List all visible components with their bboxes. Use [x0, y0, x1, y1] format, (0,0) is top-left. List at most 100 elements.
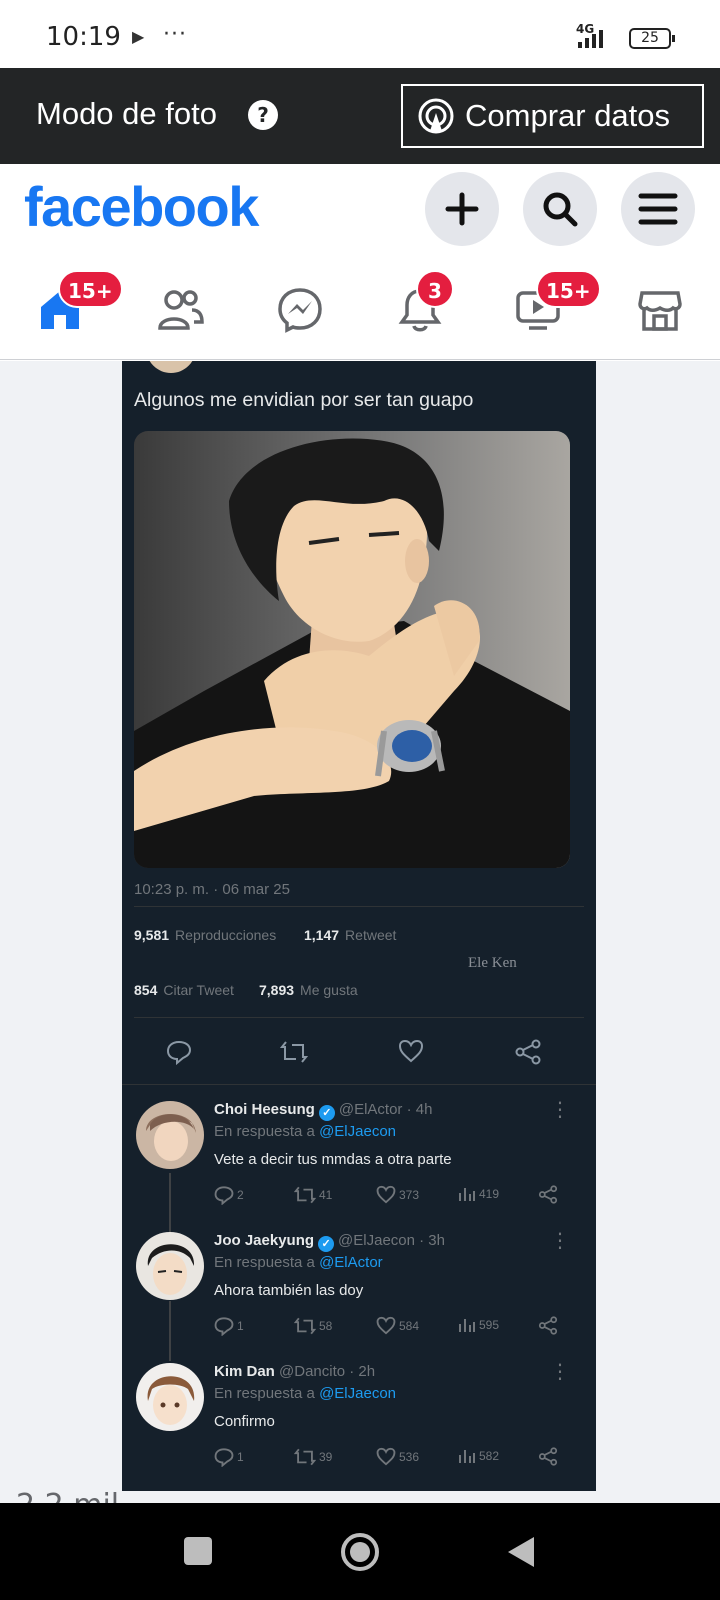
messenger-icon — [278, 288, 322, 333]
reply-icon[interactable] — [166, 1039, 192, 1069]
in-reply-to-link[interactable]: @ElJaecon — [319, 1385, 396, 1402]
retweet-count: 41 — [319, 1188, 333, 1202]
more-icon[interactable]: ⋮ — [550, 1228, 570, 1252]
more-notifications-icon: ··· — [163, 22, 187, 47]
tweet-photo[interactable] — [134, 431, 570, 868]
reply-count-button[interactable]: 1 — [214, 1316, 244, 1336]
like-icon — [376, 1447, 396, 1466]
in-reply-to: En respuesta a @ElActor — [214, 1254, 383, 1271]
back-icon[interactable] — [506, 1535, 536, 1569]
tab-messenger[interactable] — [270, 280, 330, 340]
tab-friends[interactable] — [150, 280, 210, 340]
man-portrait-illustration — [134, 431, 570, 868]
retweet-count-button[interactable]: 39 — [294, 1447, 332, 1467]
like-count-button[interactable]: 536 — [376, 1447, 419, 1466]
divider — [134, 1017, 584, 1018]
reply-icon — [214, 1448, 234, 1467]
reply-author-name: Joo Jaekyung — [214, 1232, 315, 1249]
search-button[interactable] — [523, 172, 597, 246]
reply-actions: 2 41 373 419 — [214, 1185, 574, 1207]
clock: 10:19 — [46, 22, 121, 52]
in-reply-to-link[interactable]: @ElJaecon — [319, 1123, 396, 1140]
square-icon[interactable] — [183, 1536, 213, 1566]
like-count-button[interactable]: 584 — [376, 1316, 419, 1335]
tab-video[interactable]: 15+ — [508, 270, 601, 340]
share-button[interactable] — [538, 1447, 558, 1466]
in-reply-to-link[interactable]: @ElActor — [319, 1254, 383, 1271]
reply-author[interactable]: Kim Dan @Dancito · 2h — [214, 1363, 375, 1380]
create-button[interactable] — [425, 172, 499, 246]
more-icon[interactable]: ⋮ — [550, 1097, 570, 1121]
retweet-count: 39 — [319, 1450, 333, 1464]
photo-mode-label: Modo de foto — [36, 96, 217, 131]
share-icon — [538, 1316, 558, 1335]
reply-count-button[interactable]: 1 — [214, 1447, 244, 1467]
views-count: 419 — [479, 1187, 500, 1201]
views-count-button[interactable]: 582 — [458, 1447, 499, 1465]
avatar[interactable] — [136, 1232, 204, 1300]
reply-tweet[interactable]: Kim Dan @Dancito · 2h ⋮ En respuesta a @… — [122, 1355, 596, 1485]
avatar[interactable] — [136, 1363, 204, 1431]
reply-tweet[interactable]: Choi Heesung ✓ @ElActor · 4h ⋮ En respuest… — [122, 1093, 596, 1223]
share-icon[interactable] — [514, 1039, 542, 1069]
help-icon[interactable]: ? — [248, 100, 278, 130]
views-stat: 9,581 Reproducciones — [134, 927, 276, 943]
search-icon — [543, 192, 578, 227]
retweet-count-button[interactable]: 41 — [294, 1185, 332, 1205]
views-count-button[interactable]: 595 — [458, 1316, 499, 1334]
tweet-text: Algunos me envidian por ser tan guapo — [134, 389, 474, 411]
likes-count: 7,893 — [259, 982, 295, 998]
reply-body: Ahora también las doy — [214, 1282, 364, 1299]
buy-data-label: Comprar datos — [465, 98, 671, 133]
tab-notifications[interactable]: 3 — [390, 270, 454, 340]
quotes-stat[interactable]: 854 Citar Tweet — [134, 982, 234, 998]
reply-icon — [214, 1186, 234, 1205]
share-button[interactable] — [538, 1185, 558, 1204]
play-icon: ▶ — [132, 27, 145, 46]
tweet-screenshot-image[interactable]: Algunos me envidian por ser tan guapo 10… — [122, 361, 596, 1491]
share-icon — [538, 1447, 558, 1466]
like-count-button[interactable]: 373 — [376, 1185, 419, 1204]
views-count: 9,581 — [134, 927, 170, 943]
in-reply-prefix: En respuesta a — [214, 1254, 315, 1271]
plus-icon — [445, 192, 479, 226]
nav-tabs: 15+ 3 15+ — [0, 260, 720, 360]
share-button[interactable] — [538, 1316, 558, 1335]
reply-author[interactable]: Joo Jaekyung ✓ @ElJaecon · 3h — [214, 1232, 445, 1252]
retweet-count-button[interactable]: 58 — [294, 1316, 332, 1336]
in-reply-to: En respuesta a @ElJaecon — [214, 1385, 396, 1402]
status-bar: 10:19 ▶ ··· 4G 25 — [0, 0, 720, 68]
avatar[interactable] — [136, 1101, 204, 1169]
facebook-logo[interactable]: facebook — [24, 174, 259, 239]
reply-body: Vete a decir tus mmdas a otra parte — [214, 1151, 452, 1168]
retweet-icon — [294, 1317, 316, 1335]
buy-data-button[interactable]: Comprar datos — [401, 84, 704, 148]
retweet-icon[interactable] — [279, 1039, 309, 1069]
retweets-stat[interactable]: 1,147 Retweet — [304, 927, 396, 943]
circle-icon[interactable] — [339, 1531, 381, 1573]
tab-marketplace[interactable] — [630, 280, 690, 340]
menu-button[interactable] — [621, 172, 695, 246]
reply-tweet[interactable]: Joo Jaekyung ✓ @ElJaecon · 3h ⋮ En respues… — [122, 1224, 596, 1354]
like-icon[interactable] — [398, 1039, 424, 1067]
reply-author[interactable]: Choi Heesung ✓ @ElActor · 4h — [214, 1101, 432, 1121]
in-reply-to: En respuesta a @ElJaecon — [214, 1123, 396, 1140]
like-count: 536 — [399, 1449, 420, 1464]
views-icon — [459, 1188, 475, 1201]
likes-stat[interactable]: 7,893 Me gusta — [259, 982, 358, 998]
reply-handle: @ElJaecon · 3h — [338, 1232, 445, 1249]
reply-handle: @ElActor · 4h — [338, 1101, 433, 1118]
tab-home[interactable]: 15+ — [30, 270, 123, 340]
retweets-count: 1,147 — [304, 927, 340, 943]
reply-actions: 1 58 584 595 — [214, 1316, 574, 1338]
reply-body: Confirmo — [214, 1413, 275, 1430]
feed[interactable]: Algunos me envidian por ser tan guapo 10… — [0, 361, 720, 1503]
friends-icon — [158, 290, 204, 330]
retweet-icon — [294, 1186, 316, 1204]
menu-icon — [638, 193, 678, 225]
verified-icon: ✓ — [318, 1105, 335, 1121]
views-count-button[interactable]: 419 — [458, 1185, 499, 1203]
more-icon[interactable]: ⋮ — [550, 1359, 570, 1383]
reply-count-button[interactable]: 2 — [214, 1185, 244, 1205]
views-count: 595 — [479, 1318, 500, 1332]
